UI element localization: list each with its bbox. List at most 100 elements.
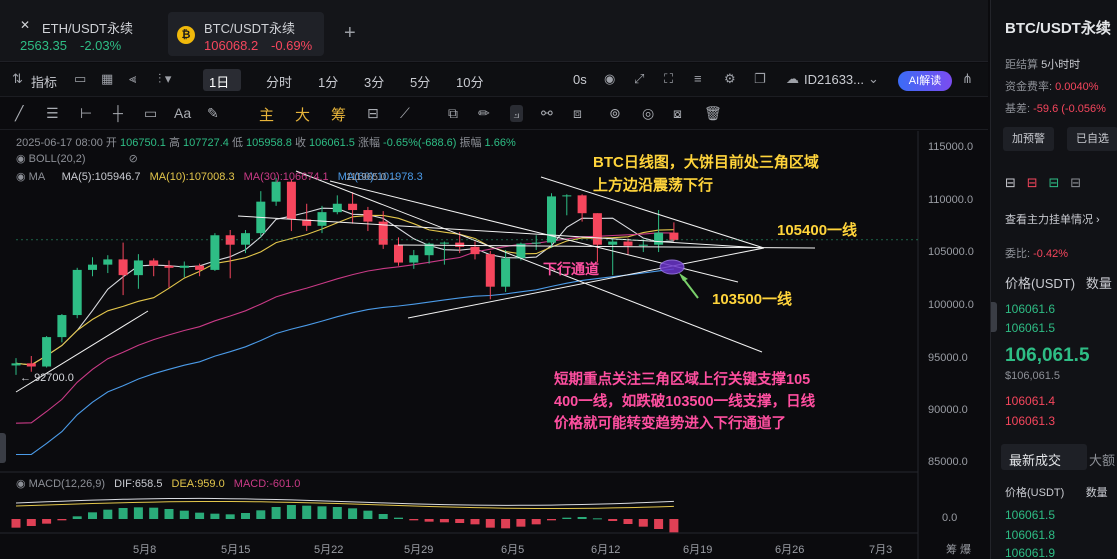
x-tick-2: 5月22 xyxy=(314,544,344,556)
cloud-icon[interactable]: ☁ xyxy=(786,71,799,87)
gear-icon[interactable]: ⚙ xyxy=(724,71,736,87)
fullscreen-icon[interactable]: ⛶ xyxy=(664,71,673,87)
rp-latest-trades-tab[interactable]: 最新成交 xyxy=(1009,450,1061,469)
ma-eye-icon[interactable]: ◉ xyxy=(16,171,29,183)
candle-body xyxy=(654,232,664,245)
y-tick-100000: 100000.0 xyxy=(928,299,974,311)
annotation-105400: 105400一线 xyxy=(777,222,858,239)
eye-icon[interactable]: ⧈ xyxy=(573,105,582,122)
macd-bar xyxy=(332,507,342,519)
depth-setting-icon[interactable]: ⊟ xyxy=(1070,175,1081,190)
fib-icon[interactable]: ⊟ xyxy=(367,105,379,122)
layers2-icon[interactable]: ⧇ xyxy=(673,105,682,122)
big-tool[interactable]: 大 xyxy=(295,104,310,125)
candle-body xyxy=(470,246,480,255)
add-alert-button[interactable]: 加预警 xyxy=(1003,127,1054,151)
share-icon[interactable]: ⋔ xyxy=(962,71,973,87)
layers-icon[interactable]: ❐ xyxy=(754,71,766,87)
chips-tool[interactable]: 筹 xyxy=(331,104,346,125)
camera-icon[interactable]: ◉ xyxy=(604,71,615,87)
depth-buy-icon[interactable]: ⊟ xyxy=(1049,175,1060,190)
tab-btc-usdt[interactable]: ₿ BTC/USDT永续 106068.2 -0.69% xyxy=(168,12,324,56)
rp-orders-link[interactable]: 查看主力挂单情况 › xyxy=(1005,211,1100,227)
rp-ratio-label: 委比: xyxy=(1005,248,1031,260)
tab-eth-usdt[interactable]: ✕ ETH/USDT永续 2563.35 -2.03% xyxy=(14,12,164,56)
interval-3m[interactable]: 3分 xyxy=(364,72,384,91)
eye-icon[interactable]: ◉ xyxy=(16,153,29,165)
chart-area[interactable]: 2025-06-17 08:00 开 106750.1 高 107727.4 低… xyxy=(0,131,988,559)
rp-book-row[interactable]: 106061.5 xyxy=(1005,321,1055,335)
macd-bar xyxy=(409,519,419,521)
rp-settle-label: 距结算 xyxy=(1005,59,1038,71)
interval-5m[interactable]: 5分 xyxy=(410,72,430,91)
parallel-lines-icon[interactable]: ☰ xyxy=(46,105,59,122)
chart-settings-icon[interactable]: ≡ xyxy=(694,71,702,86)
macd-label: MACD(12,26,9) xyxy=(28,478,106,490)
annotation-title-1: BTC日线图，大饼目前处三角区域 xyxy=(593,154,819,171)
macd-bar xyxy=(225,514,235,519)
rp-depth-icons[interactable]: ⊟ ⊟ ⊟ ⊟ xyxy=(1005,175,1081,191)
depth-sell-icon[interactable]: ⊟ xyxy=(1027,175,1038,190)
layout-icon[interactable]: ▭ xyxy=(74,71,86,87)
horizontal-line-icon[interactable]: ┼ xyxy=(113,105,123,121)
lock-icon[interactable]: ⚯ xyxy=(541,105,553,122)
grid-icon[interactable]: ▦ xyxy=(101,71,113,87)
show-hide-icon[interactable]: ⊚ xyxy=(609,105,621,122)
text-tool-icon[interactable]: Aa xyxy=(174,105,191,121)
ma10-value: MA(10):107008.3 xyxy=(149,171,235,183)
visibility-icon[interactable]: ◎ xyxy=(642,105,654,122)
indicator-button[interactable]: 指标 xyxy=(31,72,57,91)
tab-btc-name: BTC/USDT永续 xyxy=(204,21,296,36)
add-tab-icon[interactable]: + xyxy=(344,22,356,45)
ruler-icon[interactable]: ⟋ xyxy=(400,105,410,122)
expand-icon[interactable]: ⤢ xyxy=(634,71,644,87)
rp-basis-row: 基差: -59.6 (-0.056% xyxy=(1005,100,1106,116)
rp-book-row[interactable]: 106061.4 xyxy=(1005,394,1055,408)
rp-large-tab[interactable]: 大额 xyxy=(1089,450,1115,469)
rp-book-header: 价格(USDT) 数量 xyxy=(1005,273,1112,292)
sort-icon[interactable]: ⇅ xyxy=(12,71,23,87)
macd-bar xyxy=(271,507,281,519)
horizontal-ray-icon[interactable]: ⊢ xyxy=(80,105,92,122)
candlestick-chart[interactable] xyxy=(0,131,988,559)
annotation-note-1: 短期重点关注三角区域上行关键支撑105 xyxy=(554,372,811,388)
interval-1d[interactable]: 1日 xyxy=(209,72,229,91)
candle-body xyxy=(485,254,495,287)
chevron-down-icon[interactable]: ⌄ xyxy=(868,71,879,87)
low-marker: ← 92700.0 xyxy=(20,372,74,384)
macd-bar xyxy=(623,519,633,524)
macd-bar xyxy=(363,510,373,519)
candle-type-icon[interactable]: ⫶ ▾ xyxy=(158,71,171,87)
close-icon[interactable]: ✕ xyxy=(20,18,30,32)
main-tool[interactable]: 主 xyxy=(259,104,274,125)
account-id[interactable]: ID21633... xyxy=(804,72,864,87)
copy-icon[interactable]: ⧉ xyxy=(448,105,458,122)
rectangle-icon[interactable]: ▭ xyxy=(144,105,157,122)
ma30-value: MA(30):106674.1 xyxy=(243,171,329,183)
macd-eye-icon[interactable]: ◉ xyxy=(16,478,29,490)
interval-10m[interactable]: 10分 xyxy=(456,72,483,91)
trash-icon[interactable]: 🗑 xyxy=(704,105,722,122)
candle-body xyxy=(577,195,587,214)
pencil-icon[interactable]: ✏ xyxy=(478,105,490,122)
right-collapse-handle[interactable] xyxy=(991,302,997,332)
brush-icon[interactable]: ✎ xyxy=(207,105,219,122)
rp-book-row[interactable]: 106061.6 xyxy=(1005,302,1055,316)
interval-1m[interactable]: 1分 xyxy=(318,72,338,91)
ai-explain-button[interactable]: AI解读 xyxy=(898,71,952,91)
watchlist-button[interactable]: 已自选 xyxy=(1067,127,1117,151)
interval-timeline[interactable]: 分时 xyxy=(266,72,292,91)
x-tick-1: 5月15 xyxy=(221,544,251,556)
rp-trade-row: 106061.9 xyxy=(1005,546,1056,559)
magnet-icon[interactable]: ⟓ xyxy=(510,105,523,122)
compare-icon[interactable]: ⫷ xyxy=(129,71,136,87)
rp-book-row[interactable]: 106061.3 xyxy=(1005,414,1055,428)
y-tick-90000: 90000.0 xyxy=(928,404,968,416)
macd-bar xyxy=(485,519,495,528)
left-collapse-handle[interactable] xyxy=(0,433,6,463)
corner-buttons[interactable]: 筹 爆 xyxy=(946,541,971,557)
hide-icon[interactable]: ⊘ xyxy=(129,153,138,165)
y-tick-105000: 105000.0 xyxy=(928,246,974,258)
trend-line-icon[interactable]: ╱ xyxy=(15,105,23,122)
depth-both-icon[interactable]: ⊟ xyxy=(1005,175,1016,190)
